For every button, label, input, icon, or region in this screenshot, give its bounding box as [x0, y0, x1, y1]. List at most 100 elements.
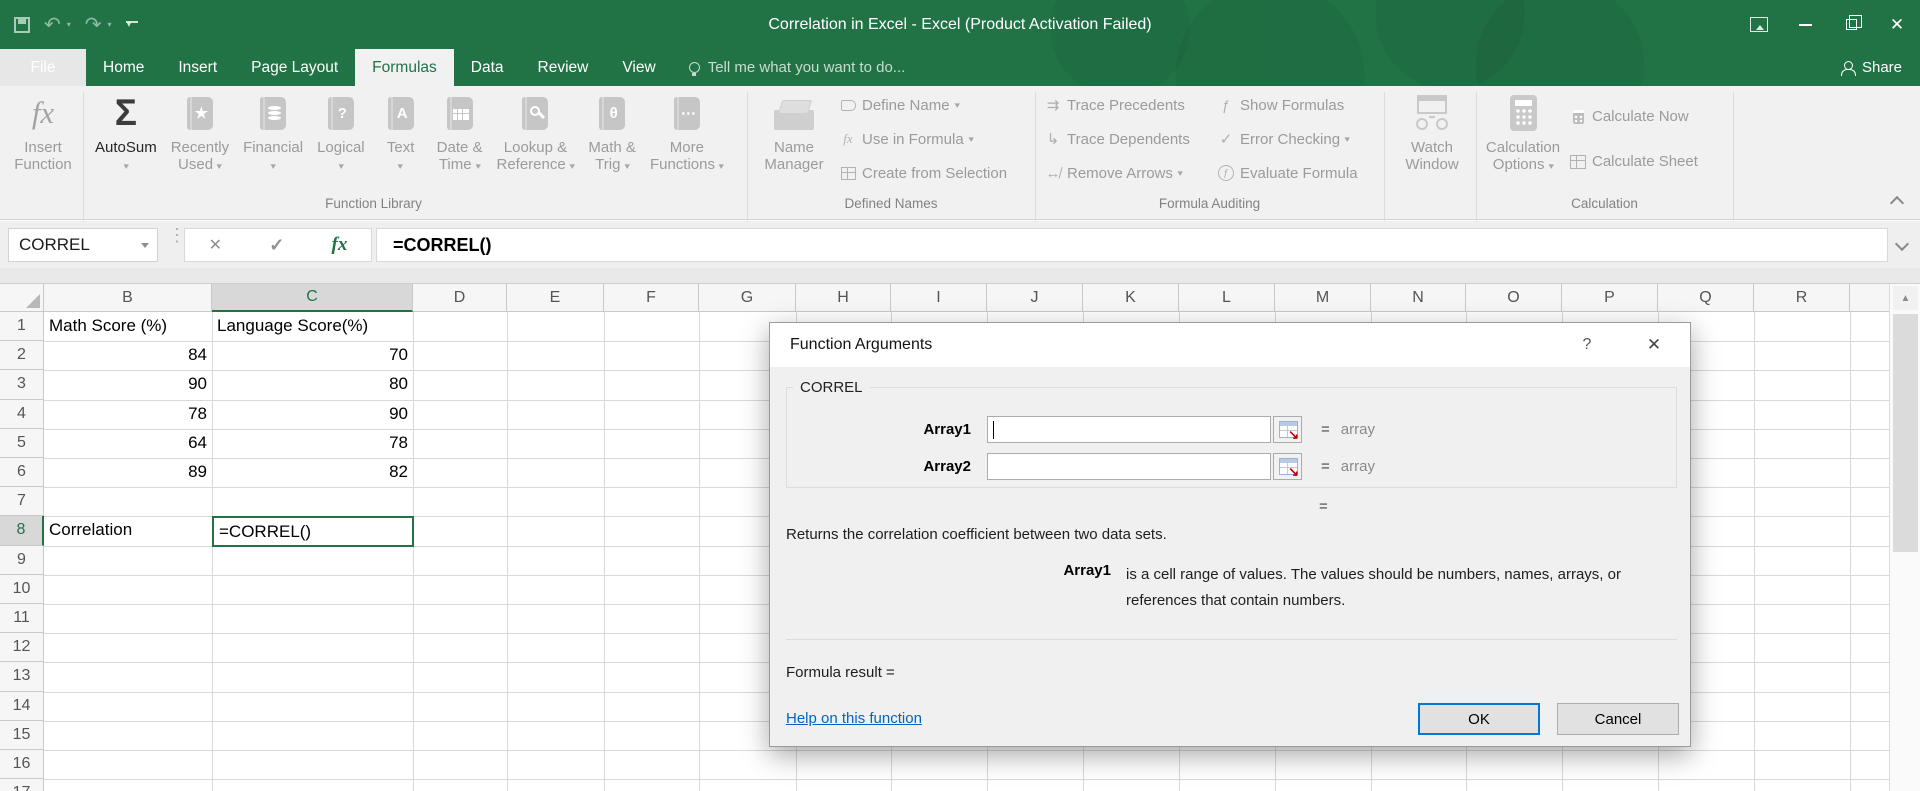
select-all-button[interactable]: [0, 284, 44, 312]
cell-R14[interactable]: [1754, 691, 1851, 722]
cell-R15[interactable]: [1754, 720, 1851, 751]
cell-D4[interactable]: [413, 399, 508, 430]
ribbon-item-use-in-formula[interactable]: Use in Formula▾: [838, 122, 1007, 156]
expand-formula-bar-icon[interactable]: [1894, 236, 1910, 252]
cell-x4[interactable]: [1850, 400, 1889, 430]
ribbon-display-options-button[interactable]: [1736, 0, 1782, 49]
ribbon-button-date-time[interactable]: Date & Time ▾: [430, 90, 490, 175]
cell-F1[interactable]: [604, 312, 700, 343]
cell-E15[interactable]: [507, 720, 605, 751]
row-header-17[interactable]: 17: [0, 779, 44, 791]
cell-B2[interactable]: 84: [44, 341, 213, 372]
cell-x7[interactable]: [1850, 487, 1889, 518]
cell-I17[interactable]: [891, 779, 988, 791]
tab-page-layout[interactable]: Page Layout: [234, 49, 355, 86]
scroll-up-icon[interactable]: [1893, 286, 1918, 310]
cell-J17[interactable]: [987, 779, 1084, 791]
watch-window-button[interactable]: Watch Window: [1392, 90, 1472, 194]
name-box[interactable]: CORREL: [8, 228, 158, 262]
ribbon-button-more-functions[interactable]: ⋯ More Functions ▾: [643, 90, 731, 175]
cell-E11[interactable]: [507, 604, 605, 635]
cell-C4[interactable]: 90: [212, 399, 414, 430]
ribbon-item-remove-arrows[interactable]: Remove Arrows▾: [1043, 156, 1190, 190]
dialog-help-icon[interactable]: [1574, 332, 1600, 358]
cell-H17[interactable]: [796, 779, 892, 791]
cell-F16[interactable]: [604, 750, 700, 781]
column-header-L[interactable]: L: [1179, 284, 1275, 312]
cell-B5[interactable]: 64: [44, 428, 213, 459]
cell-E17[interactable]: [507, 779, 605, 791]
cell-C10[interactable]: [212, 574, 414, 605]
ribbon-button-math-trig[interactable]: θ Math & Trig ▾: [581, 90, 643, 175]
cell-O17[interactable]: [1466, 779, 1563, 791]
column-header-G[interactable]: G: [699, 284, 796, 312]
row-header-7[interactable]: 7: [0, 487, 44, 517]
cell-B17[interactable]: [44, 779, 213, 791]
cell-x2[interactable]: [1850, 341, 1889, 372]
cell-D12[interactable]: [413, 633, 508, 664]
cell-D15[interactable]: [413, 720, 508, 751]
cell-x9[interactable]: [1850, 546, 1889, 576]
column-header-R[interactable]: R: [1754, 284, 1850, 312]
cell-x10[interactable]: [1850, 575, 1889, 605]
cell-E5[interactable]: [507, 428, 605, 459]
cell-E12[interactable]: [507, 633, 605, 664]
row-header-10[interactable]: 10: [0, 574, 44, 604]
save-icon[interactable]: [14, 16, 30, 33]
cell-D5[interactable]: [413, 428, 508, 459]
ok-button[interactable]: OK: [1418, 703, 1540, 735]
row-header-15[interactable]: 15: [0, 720, 44, 750]
cell-F10[interactable]: [604, 574, 700, 605]
column-header-M[interactable]: M: [1275, 284, 1371, 312]
cell-F6[interactable]: [604, 458, 700, 489]
cell-I16[interactable]: [891, 750, 988, 781]
cell-D11[interactable]: [413, 604, 508, 635]
cell-C2[interactable]: 70: [212, 341, 414, 372]
formula-input[interactable]: =CORREL(): [376, 228, 1888, 262]
cell-x17[interactable]: [1850, 779, 1889, 791]
tab-data[interactable]: Data: [454, 49, 521, 86]
cell-C3[interactable]: 80: [212, 370, 414, 401]
cell-B6[interactable]: 89: [44, 458, 213, 489]
insert-function-fx-icon[interactable]: [332, 234, 348, 256]
cell-R2[interactable]: [1754, 341, 1851, 372]
cell-x3[interactable]: [1850, 370, 1889, 401]
array2-input[interactable]: [987, 453, 1271, 480]
scrollbar-thumb[interactable]: [1893, 314, 1918, 552]
cell-D1[interactable]: [413, 312, 508, 343]
ribbon-item-trace-precedents[interactable]: Trace Precedents: [1043, 88, 1190, 122]
cell-C16[interactable]: [212, 750, 414, 781]
cell-x13[interactable]: [1850, 662, 1889, 693]
column-header-I[interactable]: I: [891, 284, 987, 312]
column-header-partial[interactable]: [1850, 284, 1889, 312]
cell-R4[interactable]: [1754, 399, 1851, 430]
column-header-P[interactable]: P: [1562, 284, 1658, 312]
cell-B10[interactable]: [44, 574, 213, 605]
row-header-14[interactable]: 14: [0, 691, 44, 721]
cell-B4[interactable]: 78: [44, 399, 213, 430]
cell-C12[interactable]: [212, 633, 414, 664]
undo-icon[interactable]: [44, 12, 61, 37]
cell-E3[interactable]: [507, 370, 605, 401]
row-header-3[interactable]: 3: [0, 370, 44, 400]
cell-D14[interactable]: [413, 691, 508, 722]
cell-E16[interactable]: [507, 750, 605, 781]
array1-range-picker-icon[interactable]: [1273, 416, 1302, 443]
confirm-entry-icon[interactable]: [269, 235, 284, 256]
cell-R5[interactable]: [1754, 428, 1851, 459]
cancel-entry-icon[interactable]: [209, 235, 222, 255]
cell-Q17[interactable]: [1658, 779, 1755, 791]
row-header-1[interactable]: 1: [0, 312, 44, 342]
cell-D16[interactable]: [413, 750, 508, 781]
insert-function-button[interactable]: InsertFunction: [6, 90, 80, 194]
cancel-button[interactable]: Cancel: [1557, 703, 1679, 735]
ribbon-item-error-checking[interactable]: Error Checking▾: [1216, 122, 1358, 156]
column-header-C[interactable]: C: [212, 284, 413, 312]
cell-F8[interactable]: [604, 516, 700, 547]
cell-G17[interactable]: [699, 779, 797, 791]
cell-F13[interactable]: [604, 662, 700, 693]
cell-x6[interactable]: [1850, 458, 1889, 489]
cell-B7[interactable]: [44, 487, 213, 518]
cell-x1[interactable]: [1850, 312, 1889, 343]
row-header-11[interactable]: 11: [0, 604, 44, 634]
